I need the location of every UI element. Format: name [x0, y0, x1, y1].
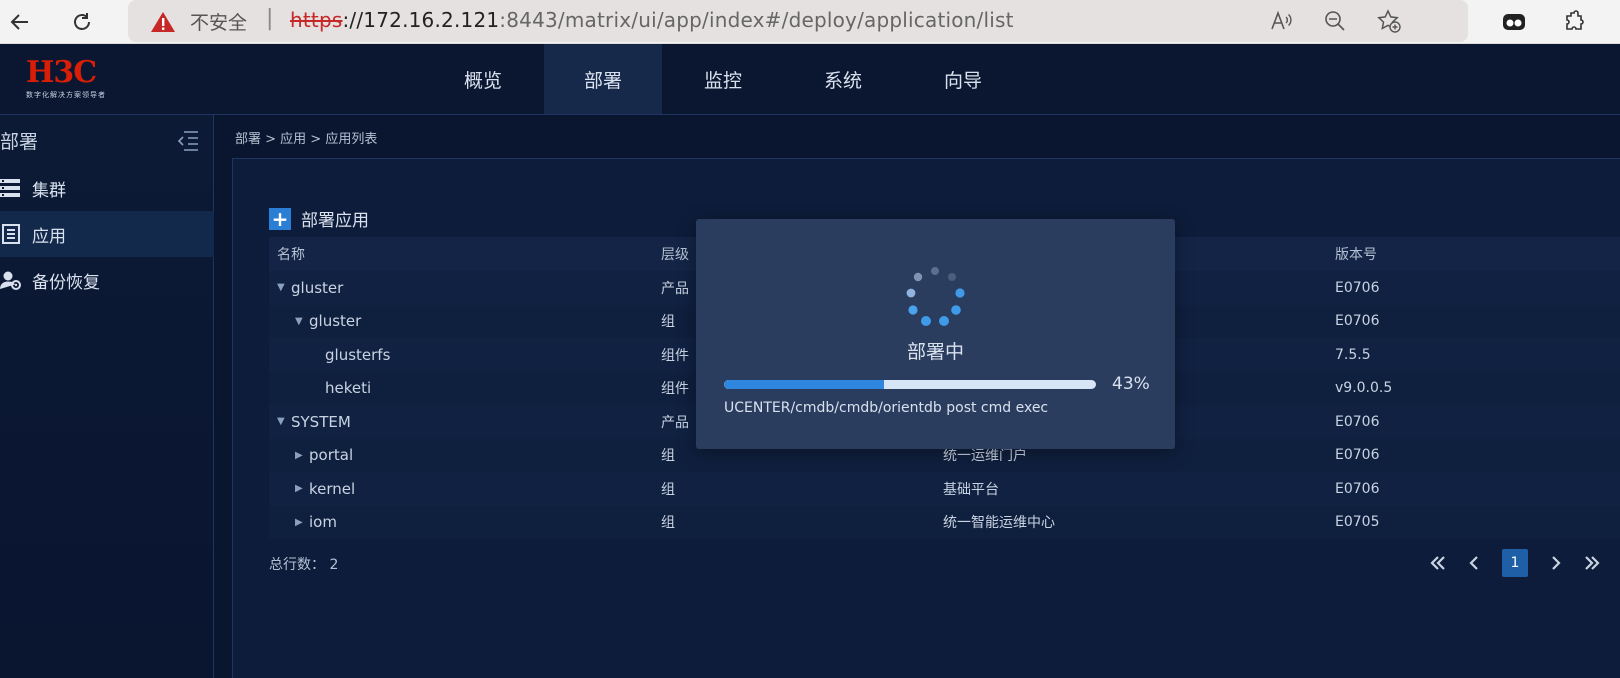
deploy-app-label: 部署应用	[301, 211, 369, 231]
column-name[interactable]: 名称	[269, 244, 661, 264]
row-version: v9.0.0.5	[1335, 380, 1393, 397]
row-version: E0706	[1335, 313, 1380, 330]
sidebar-item-cluster[interactable]: 集群	[0, 165, 214, 211]
table-row[interactable]: ▶ iom 组 统一智能运维中心 E0705	[269, 505, 1620, 539]
expand-toggle-icon[interactable]: ▼	[277, 416, 291, 427]
nav-guide[interactable]: 向导	[904, 44, 1022, 114]
refresh-icon[interactable]	[64, 4, 100, 40]
backup-user-icon	[0, 270, 22, 290]
breadcrumb: 部署 > 应用 > 应用列表	[235, 132, 378, 147]
row-desc: 基础平台	[943, 481, 999, 498]
logo-text: H3C	[26, 55, 97, 90]
favorite-add-icon[interactable]	[1372, 4, 1406, 38]
row-version: 7.5.5	[1335, 346, 1371, 363]
sidebar-item-label: 备份恢复	[32, 272, 100, 293]
address-bar[interactable]: 不安全 | https://172.16.2.121:8443/matrix/u…	[128, 0, 1468, 42]
row-version: E0706	[1335, 279, 1380, 296]
nav-overview[interactable]: 概览	[424, 44, 542, 114]
row-name-cell: ▼ gluster	[269, 279, 661, 297]
url-host: ://172.16.2.121	[342, 8, 500, 32]
last-page-icon[interactable]	[1580, 549, 1604, 577]
expand-toggle-icon[interactable]: ▶	[295, 483, 309, 494]
row-version: E0705	[1335, 514, 1380, 531]
nav-monitor[interactable]: 监控	[664, 44, 782, 114]
row-name-cell: glusterfs	[269, 346, 661, 364]
row-name: gluster	[291, 278, 344, 297]
read-aloud-icon[interactable]	[1264, 4, 1298, 38]
extension-icon[interactable]	[1496, 4, 1532, 40]
deploy-app-button[interactable]: + 部署应用	[269, 206, 369, 231]
row-name-cell: ▼ gluster	[269, 312, 661, 330]
security-status[interactable]: 不安全	[190, 8, 247, 35]
row-name-cell: heketi	[269, 379, 661, 397]
prev-page-icon[interactable]	[1462, 549, 1486, 577]
sidebar-item-application[interactable]: 应用	[0, 211, 214, 257]
progress-message: UCENTER/cmdb/cmdb/orientdb post cmd exec	[724, 400, 1049, 416]
expand-toggle-icon[interactable]: ▶	[295, 450, 309, 461]
extensions-puzzle-icon[interactable]	[1556, 4, 1592, 40]
row-version: E0706	[1335, 413, 1380, 430]
row-name: gluster	[309, 312, 362, 331]
back-icon[interactable]	[2, 4, 38, 40]
row-version: E0706	[1335, 447, 1380, 464]
expand-toggle-icon[interactable]: ▶	[295, 517, 309, 528]
row-name: glusterfs	[325, 345, 391, 364]
app-list-icon	[0, 224, 22, 244]
progress-bar	[724, 380, 1096, 389]
total-rows: 总行数： 2	[269, 554, 338, 574]
row-name-cell: ▶ iom	[269, 513, 661, 531]
sidebar-title: 部署	[0, 131, 39, 153]
address-divider: |	[266, 6, 274, 31]
nav-system[interactable]: 系统	[784, 44, 902, 114]
dialog-title: 部署中	[906, 341, 964, 363]
row-desc: 统一智能运维中心	[943, 515, 1055, 532]
sidebar-item-label: 应用	[32, 226, 66, 247]
row-name: SYSTEM	[291, 412, 351, 431]
row-name-cell: ▶ kernel	[269, 480, 661, 498]
collapse-menu-icon[interactable]	[176, 129, 200, 155]
logo-tagline: 数字化解决方案领导者	[26, 91, 106, 99]
top-navigation: H3C 数字化解决方案领导者 概览 部署 监控 系统 向导	[0, 44, 1620, 115]
next-page-icon[interactable]	[1544, 549, 1568, 577]
warning-icon	[150, 11, 176, 37]
expand-toggle-icon[interactable]: ▼	[277, 282, 291, 293]
h3c-logo[interactable]: H3C 数字化解决方案领导者	[26, 58, 106, 100]
row-level: 组	[661, 515, 675, 532]
row-name: heketi	[325, 379, 372, 398]
first-page-icon[interactable]	[1426, 549, 1450, 577]
url-text[interactable]: https://172.16.2.121:8443/matrix/ui/app/…	[290, 8, 1014, 32]
row-name: iom	[309, 513, 337, 532]
zoom-out-icon[interactable]	[1318, 4, 1352, 38]
row-name-cell: ▶ portal	[269, 446, 661, 464]
sidebar-item-backup-restore[interactable]: 备份恢复	[0, 257, 214, 303]
url-path: :8443/matrix/ui/app/index#/deploy/applic…	[499, 8, 1014, 32]
browser-toolbar: 不安全 | https://172.16.2.121:8443/matrix/u…	[0, 0, 1620, 44]
column-version[interactable]: 版本号	[1335, 244, 1620, 264]
progress-percent: 43%	[1112, 374, 1150, 394]
row-version: E0706	[1335, 480, 1380, 497]
total-rows-label: 总行数：	[269, 557, 325, 573]
cluster-icon	[0, 178, 22, 198]
loading-spinner-icon	[896, 261, 974, 339]
page-button-1[interactable]: 1	[1502, 549, 1528, 577]
expand-toggle-icon[interactable]: ▼	[295, 316, 309, 327]
total-rows-count: 2	[329, 557, 339, 573]
table-row[interactable]: ▶ kernel 组 基础平台 E0706	[269, 472, 1620, 506]
sidebar-item-label: 集群	[32, 180, 66, 201]
row-name: kernel	[309, 479, 356, 498]
plus-icon: +	[269, 207, 291, 230]
url-protocol: https	[290, 8, 343, 32]
row-level: 组	[661, 481, 675, 498]
row-name: portal	[309, 446, 354, 465]
sidebar: 部署 集群 应用 备份恢复	[0, 115, 214, 678]
progress-fill	[724, 380, 884, 389]
deploying-dialog: 部署中 43% UCENTER/cmdb/cmdb/orientdb post …	[696, 219, 1175, 449]
nav-deploy[interactable]: 部署	[544, 44, 662, 114]
row-name-cell: ▼ SYSTEM	[269, 413, 661, 431]
